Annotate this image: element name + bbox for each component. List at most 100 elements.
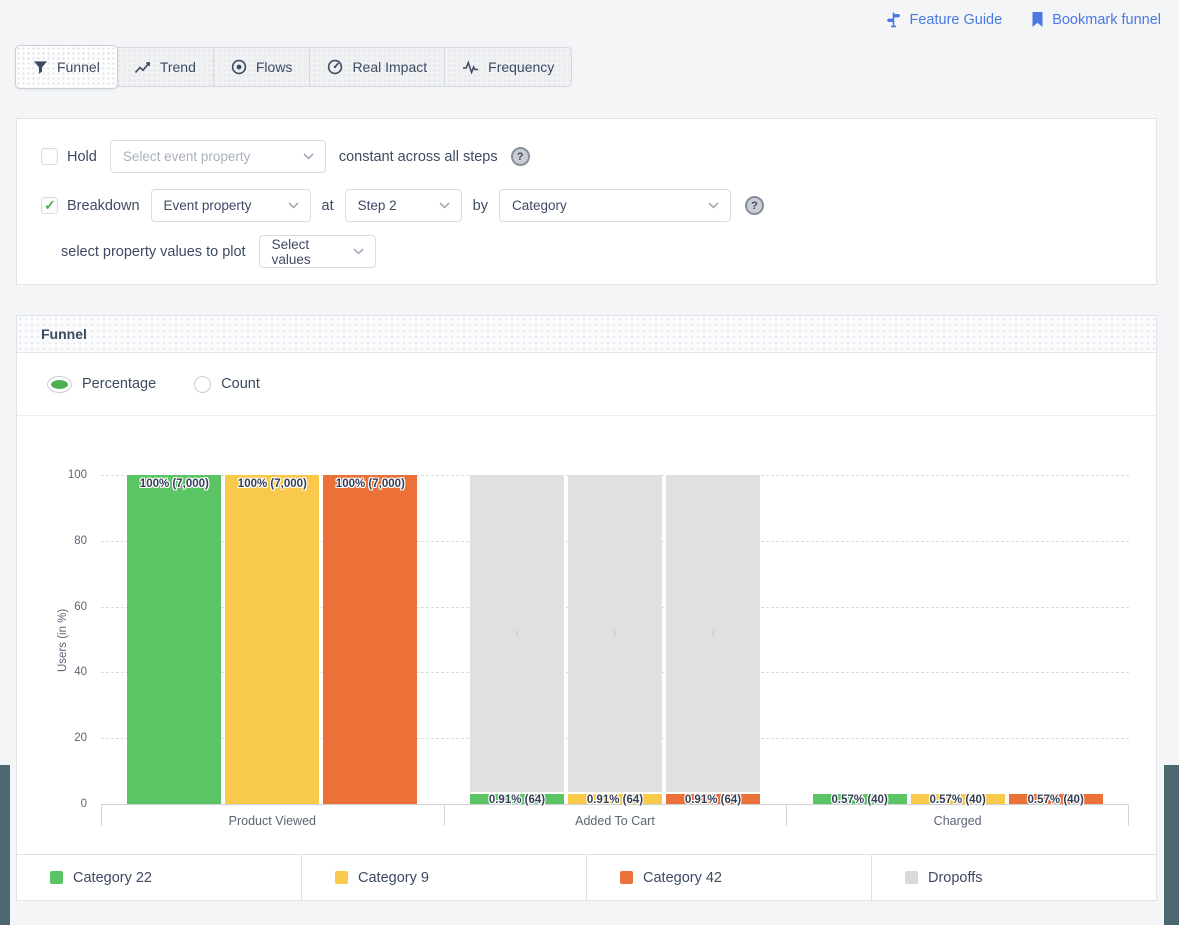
help-icon[interactable]: ? bbox=[511, 147, 530, 166]
trend-icon bbox=[134, 60, 151, 75]
top-links: Feature Guide Bookmark funnel bbox=[885, 11, 1161, 28]
bar-value-label: 0.91% (64) bbox=[470, 794, 564, 806]
radio-dot bbox=[47, 376, 72, 393]
hold-checkbox[interactable] bbox=[41, 148, 58, 165]
tab-funnel[interactable]: Funnel bbox=[16, 46, 117, 88]
y-axis-tick-label: 60 bbox=[74, 601, 87, 613]
bar-segment bbox=[127, 475, 221, 804]
breakdown-property-value: Event property bbox=[164, 198, 252, 213]
help-icon[interactable]: ? bbox=[745, 196, 764, 215]
bar-group: 0.91% (64) 0.91% (64) 0.91% (64) bbox=[444, 475, 787, 804]
bar-group: 100% (7,000) 100% (7,000) 100% (7,000) bbox=[101, 475, 444, 804]
legend-item[interactable]: Category 9 bbox=[301, 855, 586, 900]
bookmark-icon bbox=[1030, 11, 1045, 28]
percentage-label: Percentage bbox=[82, 376, 156, 392]
bar-value-label: 0.57% (40) bbox=[813, 794, 907, 806]
background-edge-right bbox=[1164, 765, 1179, 925]
chevron-down-icon bbox=[439, 202, 450, 209]
bar-group: 0.57% (40) 0.57% (40) 0.57% (40) bbox=[786, 475, 1129, 804]
tab-frequency[interactable]: Frequency bbox=[445, 48, 571, 86]
plot-values-row: select property values to plot Select va… bbox=[41, 235, 1132, 268]
signpost-icon bbox=[885, 11, 902, 28]
panel-title: Funnel bbox=[41, 326, 87, 342]
gauge-icon bbox=[327, 59, 343, 75]
bar-value-label: 100% (7,000) bbox=[127, 478, 221, 490]
tab-label: Flows bbox=[256, 59, 293, 75]
bar-value-label: 0.91% (64) bbox=[568, 794, 662, 806]
breakdown-dimension-select[interactable]: Category bbox=[499, 189, 731, 222]
tab-label: Frequency bbox=[488, 59, 554, 75]
hold-property-select[interactable]: Select event property bbox=[110, 140, 326, 173]
count-radio[interactable]: Count bbox=[194, 376, 260, 393]
legend-swatch-icon bbox=[335, 871, 348, 884]
funnel-bar: 0.91% (64) bbox=[470, 475, 564, 804]
legend-label: Category 22 bbox=[73, 870, 152, 886]
y-axis-tick-label: 80 bbox=[74, 535, 87, 547]
chevron-down-icon bbox=[303, 153, 314, 160]
background-edge-left bbox=[0, 765, 10, 925]
y-axis-tick-label: 100 bbox=[68, 469, 87, 481]
legend-item[interactable]: Category 22 bbox=[17, 855, 301, 900]
funnel-bar: 0.91% (64) bbox=[666, 475, 760, 804]
view-tabs: Funnel Trend Flows Real Impact bbox=[16, 47, 572, 87]
x-axis-tick bbox=[786, 804, 787, 826]
x-axis-category-label: Added To Cart bbox=[444, 814, 787, 828]
bar-value-label: 100% (7,000) bbox=[323, 478, 417, 490]
chevron-down-icon bbox=[708, 202, 719, 209]
feature-guide-link[interactable]: Feature Guide bbox=[885, 11, 1002, 28]
legend-label: Category 9 bbox=[358, 870, 429, 886]
tab-label: Real Impact bbox=[352, 59, 427, 75]
hold-row: Hold Select event property constant acro… bbox=[41, 140, 1132, 173]
x-axis-tick bbox=[1128, 804, 1129, 826]
plot-values-select[interactable]: Select values bbox=[259, 235, 376, 268]
y-axis-tick-label: 40 bbox=[74, 666, 87, 678]
funnel-bar: 100% (7,000) bbox=[127, 475, 221, 804]
feature-guide-label: Feature Guide bbox=[909, 12, 1002, 28]
tab-flows[interactable]: Flows bbox=[214, 48, 311, 86]
y-axis-tick-label: 0 bbox=[81, 798, 87, 810]
flows-icon bbox=[231, 59, 247, 75]
plot-values-label: select property values to plot bbox=[61, 244, 246, 260]
breakdown-dimension-value: Category bbox=[512, 198, 567, 213]
tab-label: Funnel bbox=[57, 59, 100, 75]
funnel-bar: 0.57% (40) bbox=[911, 475, 1005, 804]
bar-value-label: 0.91% (64) bbox=[666, 794, 760, 806]
funnel-icon bbox=[33, 60, 48, 75]
breakdown-step-select[interactable]: Step 2 bbox=[345, 189, 462, 222]
chevron-down-icon bbox=[288, 202, 299, 209]
tab-trend[interactable]: Trend bbox=[117, 48, 214, 86]
plot-values-value: Select values bbox=[272, 237, 345, 267]
breakdown-label: Breakdown bbox=[67, 198, 140, 214]
bookmark-funnel-label: Bookmark funnel bbox=[1052, 12, 1161, 28]
funnel-bar: 100% (7,000) bbox=[323, 475, 417, 804]
hold-suffix-label: constant across all steps bbox=[339, 149, 498, 165]
legend-swatch-icon bbox=[905, 871, 918, 884]
percentage-radio[interactable]: Percentage bbox=[47, 376, 156, 393]
legend-swatch-icon bbox=[620, 871, 633, 884]
funnel-bar: 0.91% (64) bbox=[568, 475, 662, 804]
tab-real-impact[interactable]: Real Impact bbox=[310, 48, 445, 86]
bar-value-label: 100% (7,000) bbox=[225, 478, 319, 490]
bar-value-label: 0.57% (40) bbox=[911, 794, 1005, 806]
funnel-controls-panel: Hold Select event property constant acro… bbox=[16, 118, 1157, 285]
bar-value-label: 0.57% (40) bbox=[1009, 794, 1103, 806]
y-axis-tick-label: 20 bbox=[74, 732, 87, 744]
breakdown-checkbox[interactable] bbox=[41, 197, 58, 214]
legend-item[interactable]: Category 42 bbox=[586, 855, 871, 900]
tab-label: Trend bbox=[160, 59, 196, 75]
by-label: by bbox=[473, 198, 488, 214]
hold-label: Hold bbox=[67, 149, 97, 165]
pulse-icon bbox=[462, 60, 479, 75]
panel-header: Funnel bbox=[17, 316, 1156, 353]
legend-item[interactable]: Dropoffs bbox=[871, 855, 1156, 900]
dropoff-segment bbox=[568, 475, 662, 792]
at-label: at bbox=[322, 198, 334, 214]
bookmark-funnel-link[interactable]: Bookmark funnel bbox=[1030, 11, 1161, 28]
funnel-bar: 100% (7,000) bbox=[225, 475, 319, 804]
funnel-bar: 0.57% (40) bbox=[813, 475, 907, 804]
x-axis-tick bbox=[444, 804, 445, 826]
funnel-bar-chart: Users (in %) 020406080100100% (7,000)100… bbox=[17, 416, 1156, 856]
breakdown-property-select[interactable]: Event property bbox=[151, 189, 311, 222]
chevron-down-icon bbox=[353, 248, 364, 255]
dropoff-segment bbox=[470, 475, 564, 792]
